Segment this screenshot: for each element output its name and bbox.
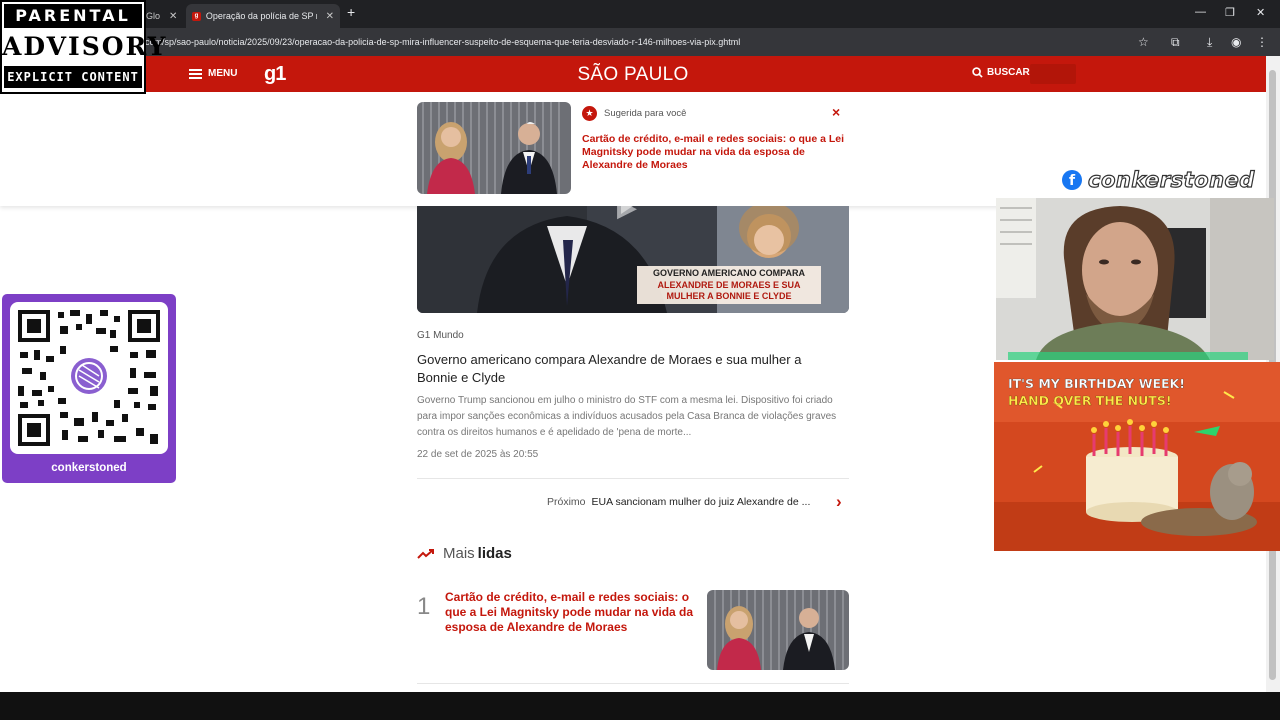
star-icon: ★ <box>582 106 597 121</box>
url-input[interactable]: com/sp/sao-paulo/noticia/2025/09/23/oper… <box>145 37 740 47</box>
parental-line-3: EXPLICIT CONTENT <box>4 66 142 88</box>
video-caption: GOVERNO AMERICANO COMPARA ALEXANDRE DE M… <box>637 266 821 304</box>
tab-close-icon[interactable]: ✕ <box>169 11 177 22</box>
hamburger-icon <box>189 68 202 79</box>
birthday-line-2: HAND OVER THE NUTS! <box>1008 393 1172 408</box>
play-icon[interactable]: ▶ <box>617 206 637 223</box>
minimize-icon[interactable]: — <box>1195 6 1206 18</box>
social-handle: f conkerstoned <box>1062 167 1255 193</box>
birthday-line-1: IT'S MY BIRTHDAY WEEK! <box>1008 376 1185 391</box>
rank-number: 1 <box>417 593 431 620</box>
menu-button[interactable]: MENU <box>189 68 237 79</box>
qr-label: conkerstoned <box>51 462 127 474</box>
couple-photo-image <box>707 590 849 670</box>
suggestion-label: Sugerida para você <box>604 108 687 119</box>
suggestion-thumbnail[interactable] <box>417 102 571 194</box>
chevron-right-icon[interactable]: › <box>836 492 842 512</box>
article-date: 22 de set de 2025 às 20:55 <box>417 449 539 460</box>
next-label: Próximo <box>547 496 586 508</box>
parental-advisory-logo: PARENTAL ADVISORY EXPLICIT CONTENT <box>0 0 168 94</box>
couple-photo-image <box>417 102 571 194</box>
qr-code-card: conkerstoned <box>2 294 176 483</box>
g1-favicon-icon: g <box>192 11 201 21</box>
g1-logo[interactable]: g1 <box>264 63 286 86</box>
next-article-link[interactable]: Próximo EUA sancionam mulher do juiz Ale… <box>547 496 810 508</box>
tab-close-icon[interactable]: ✕ <box>326 11 334 22</box>
parental-line-1: PARENTAL <box>4 4 142 28</box>
streamer-camera-image <box>996 198 1274 360</box>
browser-tab-inactive[interactable]: Glo ✕ <box>140 4 182 28</box>
browser-tab-active[interactable]: g Operação da polícia de SP mira ✕ <box>186 4 340 28</box>
section-title[interactable]: SÃO PAULO <box>553 64 713 86</box>
caption-line-1: GOVERNO AMERICANO COMPARA <box>652 268 805 278</box>
browser-tab-bar: Glo ✕ g Operação da polícia de SP mira ✕… <box>0 0 1280 28</box>
close-window-icon[interactable]: ✕ <box>1256 6 1265 19</box>
address-bar: com/sp/sao-paulo/noticia/2025/09/23/oper… <box>0 28 1280 56</box>
mais-lidas-thumbnail[interactable] <box>707 590 849 670</box>
mais-lidas-item-title[interactable]: Cartão de crédito, e-mail e redes sociai… <box>445 590 695 635</box>
search-icon <box>972 67 983 78</box>
site-header: MENU g1 SÃO PAULO BUSCAR <box>0 56 1266 92</box>
restore-icon[interactable]: ❐ <box>1225 6 1235 19</box>
new-tab-button[interactable]: + <box>347 4 355 20</box>
extensions-icon[interactable]: ⧉ <box>1171 35 1180 50</box>
parental-line-2: ADVISORY <box>2 32 168 61</box>
next-title: EUA sancionam mulher do juiz Alexandre d… <box>591 496 811 508</box>
article-kicker[interactable]: G1 Mundo <box>417 330 464 341</box>
article-headline[interactable]: Governo americano compara Alexandre de M… <box>417 351 837 387</box>
divider <box>417 683 849 684</box>
article-summary: Governo Trump sancionou em julho o minis… <box>417 395 837 438</box>
divider <box>417 478 849 479</box>
search-button[interactable]: BUSCAR <box>972 67 1030 78</box>
search-input[interactable] <box>1030 64 1076 84</box>
download-icon[interactable]: ⤓ <box>1207 35 1212 50</box>
tab-label: Operação da polícia de SP mira <box>205 11 317 21</box>
mais-lidas-bold: lidas <box>477 545 512 562</box>
bookmark-star-icon[interactable]: ☆ <box>1138 35 1149 49</box>
more-menu-icon[interactable]: ⋮ <box>1256 35 1268 49</box>
search-label: BUSCAR <box>987 67 1030 78</box>
tab-label: Glo <box>146 11 161 21</box>
birthday-alert: IT'S MY BIRTHDAY WEEK! HAND OVER THE NUT… <box>994 362 1280 551</box>
mais-lidas-light: Mais <box>443 545 475 562</box>
caption-line-3: MULHER A BONNIE E CLYDE <box>666 291 792 301</box>
birthday-message: IT'S MY BIRTHDAY WEEK! HAND OVER THE NUT… <box>1008 375 1185 409</box>
trending-up-icon <box>417 548 434 559</box>
social-handle-name: conkerstoned <box>1087 167 1255 192</box>
bottom-bar <box>0 692 1280 720</box>
mais-lidas-heading: Mais lidas <box>417 545 512 562</box>
webcam-feed <box>996 198 1274 360</box>
caption-line-2: ALEXANDRE DE MORAES E SUA <box>657 279 801 290</box>
facebook-icon: f <box>1062 170 1082 190</box>
qr-code-image <box>10 302 168 454</box>
menu-label: MENU <box>208 68 238 79</box>
suggestion-title[interactable]: Cartão de crédito, e-mail e redes sociai… <box>582 133 844 172</box>
profile-avatar-icon[interactable]: ◉ <box>1231 35 1241 49</box>
close-icon[interactable]: × <box>832 104 840 120</box>
